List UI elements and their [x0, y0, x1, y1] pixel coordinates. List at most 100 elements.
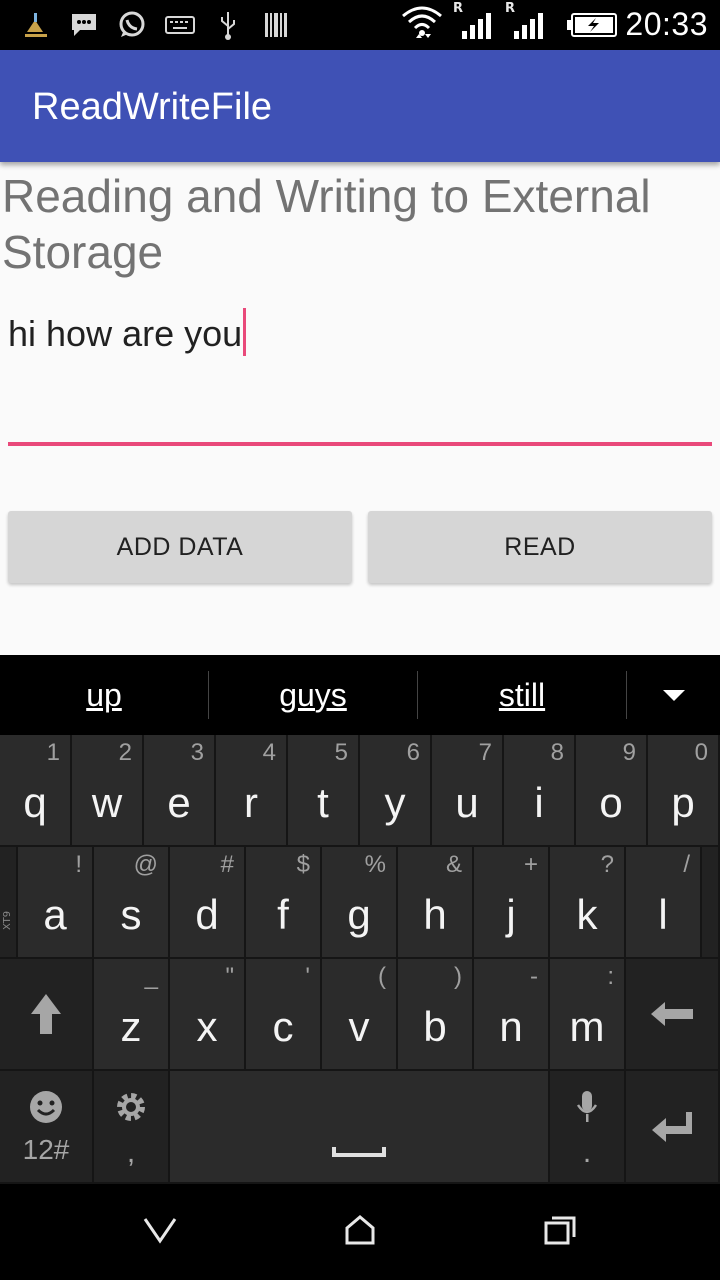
- symbols-key[interactable]: 12#: [0, 1071, 94, 1184]
- key-hint: ?: [600, 851, 614, 878]
- recents-button[interactable]: [500, 1184, 620, 1280]
- key-hint: 9: [622, 739, 636, 766]
- key-hint: @: [133, 851, 158, 878]
- key-l[interactable]: / l: [626, 847, 702, 959]
- key-i[interactable]: 8i: [504, 735, 576, 847]
- row2-right-edge: [702, 847, 720, 959]
- comma-label: ,: [126, 1136, 136, 1169]
- key-hint: /: [683, 851, 690, 878]
- key-label: c: [272, 1003, 294, 1050]
- home-button[interactable]: [300, 1184, 420, 1280]
- usb-icon: [214, 10, 242, 40]
- row2-left-edge: [0, 847, 18, 959]
- key-u[interactable]: 7u: [432, 735, 504, 847]
- key-hint: :: [607, 963, 614, 990]
- edit-text-value: hi how are you: [8, 308, 247, 356]
- keyboard-icon: [164, 10, 196, 40]
- key-r[interactable]: 4r: [216, 735, 288, 847]
- gear-icon: [94, 1071, 168, 1142]
- space-bar-icon: [170, 1144, 548, 1158]
- key-j[interactable]: + j: [474, 847, 550, 959]
- key-hint: ': [305, 963, 310, 990]
- key-hint: (: [378, 963, 386, 990]
- recents-icon: [543, 1215, 577, 1249]
- key-b[interactable]: ) b: [398, 959, 474, 1071]
- symbols-label: 12#: [22, 1134, 70, 1165]
- add-data-button[interactable]: ADD DATA: [8, 511, 352, 583]
- cleaner-icon: [20, 10, 52, 40]
- key-label: q: [23, 779, 47, 826]
- key-e[interactable]: 3e: [144, 735, 216, 847]
- enter-key[interactable]: [626, 1071, 720, 1184]
- shift-icon: [0, 959, 92, 1069]
- key-label: l: [658, 891, 668, 938]
- key-c[interactable]: ' c: [246, 959, 322, 1071]
- key-label: k: [576, 891, 598, 938]
- key-label: b: [423, 1003, 447, 1050]
- key-label: p: [671, 779, 695, 826]
- key-y[interactable]: 6y: [360, 735, 432, 847]
- key-label: a: [43, 891, 67, 938]
- key-h[interactable]: & h: [398, 847, 474, 959]
- data-edit-field[interactable]: hi how are you: [8, 302, 712, 446]
- key-v[interactable]: (v: [322, 959, 398, 1071]
- key-hint: -: [530, 963, 538, 990]
- soft-keyboard: up guys still 12# , . XT9 1 q 2 w 3 e 4 …: [0, 655, 720, 1184]
- main-content: Reading and Writing to External Storage …: [0, 162, 720, 655]
- signal-icon: [458, 10, 498, 40]
- expand-suggestions-button[interactable]: [628, 655, 720, 735]
- backspace-key[interactable]: [626, 959, 720, 1071]
- suggestion-1[interactable]: up: [0, 655, 208, 735]
- shift-key[interactable]: [0, 959, 94, 1071]
- key-t[interactable]: 5t: [288, 735, 360, 847]
- key-hint: 2: [118, 739, 132, 766]
- backspace-icon: [626, 959, 718, 1069]
- key-label: o: [599, 779, 623, 826]
- chevron-down-icon: [663, 689, 685, 701]
- read-button[interactable]: READ: [368, 511, 712, 583]
- key-z[interactable]: _ z: [94, 959, 170, 1071]
- space-key[interactable]: [170, 1071, 550, 1184]
- key-q[interactable]: 1q: [0, 735, 72, 847]
- period-label: .: [582, 1136, 592, 1169]
- key-n[interactable]: -n: [474, 959, 550, 1071]
- suggestion-3[interactable]: still: [418, 655, 626, 735]
- smiley-icon: [0, 1071, 92, 1142]
- home-icon: [344, 1214, 376, 1250]
- key-o[interactable]: 9o: [576, 735, 648, 847]
- key-s[interactable]: @ s: [94, 847, 170, 959]
- key-label: f: [277, 891, 289, 938]
- key-label: m: [569, 1003, 605, 1050]
- key-label: n: [499, 1003, 523, 1050]
- voice-key[interactable]: .: [550, 1071, 626, 1184]
- key-hint: 7: [478, 739, 492, 766]
- back-button[interactable]: [100, 1184, 220, 1280]
- suggestion-2[interactable]: guys: [209, 655, 417, 735]
- microphone-icon: [550, 1071, 624, 1142]
- key-label: y: [384, 779, 406, 826]
- key-f[interactable]: $ f: [246, 847, 322, 959]
- key-w[interactable]: 2w: [72, 735, 144, 847]
- barcode-icon: [262, 10, 290, 40]
- key-label: v: [348, 1003, 370, 1050]
- wifi-icon: [400, 4, 444, 44]
- key-label: h: [423, 891, 447, 938]
- settings-key[interactable]: ,: [94, 1071, 170, 1184]
- key-hint: ": [225, 963, 234, 990]
- navigation-bar: [0, 1184, 720, 1280]
- key-m[interactable]: :m: [550, 959, 626, 1071]
- key-p[interactable]: 0p: [648, 735, 720, 847]
- key-hint: %: [364, 851, 386, 878]
- key-hint: 4: [262, 739, 276, 766]
- key-k[interactable]: ? k: [550, 847, 626, 959]
- key-label: g: [347, 891, 371, 938]
- key-area: 12# , . XT9 1 q 2 w 3 e 4 r 5 t 6 y 7 u 8 i 9 o 0 p! a @ s # d $ f…: [0, 735, 720, 1184]
- key-a[interactable]: ! a: [18, 847, 94, 959]
- key-hint: #: [220, 851, 234, 878]
- key-g[interactable]: % g: [322, 847, 398, 959]
- key-hint: +: [523, 851, 538, 878]
- key-d[interactable]: # d: [170, 847, 246, 959]
- message-icon: [68, 10, 100, 40]
- back-icon: [142, 1216, 178, 1248]
- key-x[interactable]: " x: [170, 959, 246, 1071]
